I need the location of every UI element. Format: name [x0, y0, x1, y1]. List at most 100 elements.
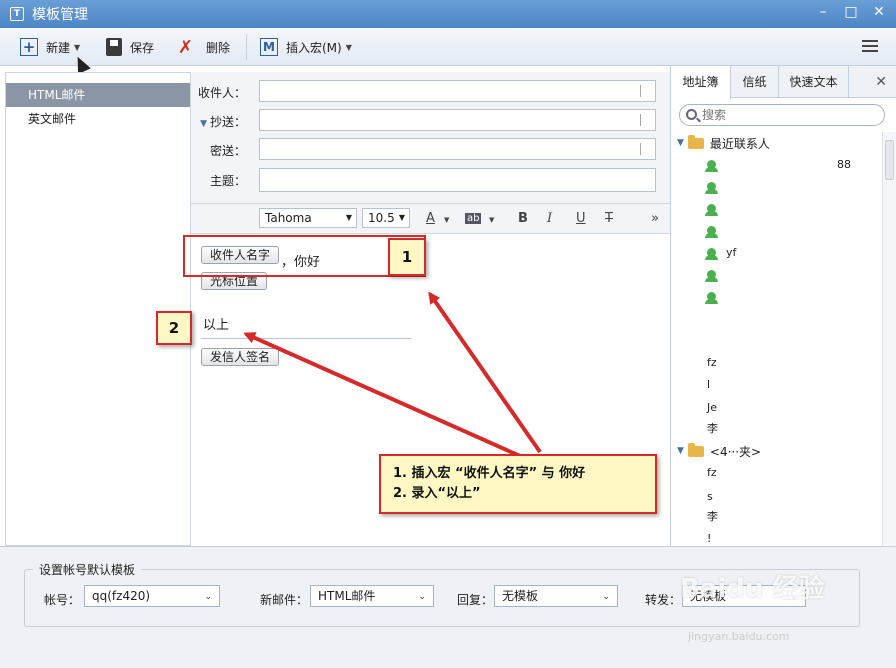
note-line-2: 2. 录入“以上”	[393, 486, 481, 501]
font-family-select[interactable]: Tahoma ▼	[259, 208, 357, 228]
new-mail-select[interactable]: HTML邮件 ⌄	[310, 585, 434, 607]
person-icon	[705, 247, 718, 260]
save-button[interactable]: 保存	[106, 36, 154, 58]
list-item[interactable]: l	[707, 376, 710, 392]
list-item[interactable]	[705, 178, 726, 194]
bold-button[interactable]: B	[518, 211, 528, 226]
cc-field[interactable]	[259, 109, 656, 131]
app-icon: T	[10, 7, 24, 21]
format-toolbar: Tahoma ▼ 10.5 ▼ A ▼ ab ▼ B I U T »	[191, 204, 670, 234]
settings-group-title: 设置帐号默认模板	[33, 561, 142, 578]
tab-quick-text[interactable]: 快速文本	[779, 66, 849, 98]
template-item-english[interactable]: 英文邮件	[6, 107, 190, 131]
close-icon[interactable]: ✕	[875, 74, 887, 90]
baidu-watermark: Baidu 经验	[680, 574, 825, 604]
list-item[interactable]: !	[707, 530, 711, 546]
list-item[interactable]: 李	[707, 420, 718, 436]
subject-row: 主题：	[191, 168, 670, 192]
cc-label[interactable]: ▼ 抄送：	[200, 113, 246, 130]
collapse-triangle-icon: ▼	[677, 446, 684, 456]
chevron-down-icon: ▼	[345, 213, 352, 222]
mail-header-form: 收件人： ▼ 抄送： 密送： 主题：	[191, 72, 670, 204]
insert-macro-button[interactable]: M 插入宏(M) ▼	[260, 36, 352, 58]
default-template-settings: 设置帐号默认模板 帐号： qq(fz420) ⌄ 新邮件： HTML邮件 ⌄ 回复：…	[0, 546, 896, 668]
list-item[interactable]	[705, 200, 726, 216]
to-row: 收件人：	[191, 80, 670, 104]
bcc-field[interactable]	[259, 138, 656, 160]
closing-text: 以上	[203, 318, 230, 333]
new-button[interactable]: + 新建 ▼	[20, 36, 80, 58]
font-size-select[interactable]: 10.5 ▼	[362, 208, 410, 228]
delete-x-icon: ✗	[178, 36, 194, 58]
account-label: 帐号：	[44, 593, 81, 607]
maximize-button[interactable]: □	[844, 4, 858, 20]
to-field[interactable]	[259, 80, 656, 102]
window-controls: – □ ✕	[816, 4, 886, 20]
signature-divider	[201, 338, 411, 339]
minimize-button[interactable]: –	[816, 4, 830, 20]
template-item-html[interactable]: HTML邮件	[6, 83, 190, 107]
chevron-down-icon: ⌄	[418, 592, 426, 602]
strikethrough-button[interactable]: T	[605, 211, 613, 226]
person-icon	[705, 159, 718, 172]
floppy-disk-icon	[106, 38, 122, 56]
panel-tabs: 地址簿 信纸 快速文本 ✕	[671, 66, 896, 99]
subject-field[interactable]	[259, 168, 656, 192]
macro-sender-signature[interactable]: 发信人签名	[201, 348, 280, 366]
list-item[interactable]: fz	[707, 464, 717, 480]
annotation-badge-2: 2	[156, 311, 192, 345]
contact-scrollbar[interactable]	[882, 132, 896, 546]
template-list: HTML邮件 英文邮件	[5, 72, 191, 546]
delete-button[interactable]: ✗ 删除	[178, 36, 230, 58]
delete-label: 删除	[206, 40, 231, 55]
font-color-button[interactable]: A	[426, 211, 435, 226]
list-item[interactable]: fz	[707, 354, 717, 370]
group-folder[interactable]: ▼ <4···夹>	[677, 442, 761, 460]
list-item[interactable]: 88	[705, 156, 851, 172]
chevron-down-icon[interactable]: ▼	[489, 216, 494, 224]
list-item[interactable]	[705, 266, 726, 282]
folder-icon	[687, 442, 704, 457]
italic-button[interactable]: I	[547, 211, 552, 226]
macro-m-icon: M	[260, 38, 278, 56]
person-icon	[705, 291, 718, 304]
list-item[interactable]: s	[707, 488, 713, 504]
cc-row: ▼ 抄送：	[191, 109, 670, 133]
forward-label: 转发：	[645, 593, 682, 607]
list-item[interactable]: Je	[707, 399, 717, 415]
new-label: 新建	[46, 40, 71, 55]
person-icon	[705, 225, 718, 238]
title-bar: T 模板管理 – □ ✕	[0, 0, 896, 28]
address-panel: 地址簿 信纸 快速文本 ✕ ▼ 最近联系人 88 yf fz l Je 李 ▼ …	[670, 66, 896, 546]
plus-icon: +	[20, 38, 38, 56]
menu-icon[interactable]	[862, 40, 878, 54]
scrollbar-thumb[interactable]	[885, 140, 894, 180]
highlight-button[interactable]: ab	[465, 213, 482, 224]
tab-stationery[interactable]: 信纸	[731, 66, 779, 98]
note-line-1: 1. 插入宏 “收件人名字” 与 你好	[393, 466, 586, 481]
person-icon	[705, 269, 718, 282]
list-item[interactable]	[705, 288, 726, 304]
list-item[interactable]: yf	[705, 244, 736, 260]
contact-search[interactable]	[679, 104, 885, 126]
account-select[interactable]: qq(fz420) ⌄	[84, 585, 220, 607]
reply-select[interactable]: 无模板 ⌄	[494, 585, 618, 607]
search-input[interactable]	[702, 107, 872, 123]
chevron-down-icon[interactable]: ▼	[444, 216, 449, 224]
group-recent-contacts[interactable]: ▼ 最近联系人	[677, 134, 770, 152]
underline-button[interactable]: U	[576, 211, 586, 226]
annotation-badge-1: 1	[388, 238, 426, 276]
reply-label: 回复：	[457, 593, 494, 607]
watermark-url: jingyan.baidu.com	[688, 630, 790, 643]
more-button[interactable]: »	[651, 211, 659, 226]
search-icon	[686, 109, 697, 120]
chevron-down-icon: ▼	[345, 42, 352, 52]
new-mail-label: 新邮件：	[260, 593, 309, 607]
list-item[interactable]: 李	[707, 508, 718, 524]
window-title: 模板管理	[32, 7, 88, 23]
tab-address-book[interactable]: 地址簿	[671, 66, 731, 99]
close-window-button[interactable]: ✕	[872, 4, 886, 20]
bcc-row: 密送：	[191, 138, 670, 162]
chevron-down-icon[interactable]: ▼	[74, 43, 80, 52]
list-item[interactable]	[705, 222, 726, 238]
